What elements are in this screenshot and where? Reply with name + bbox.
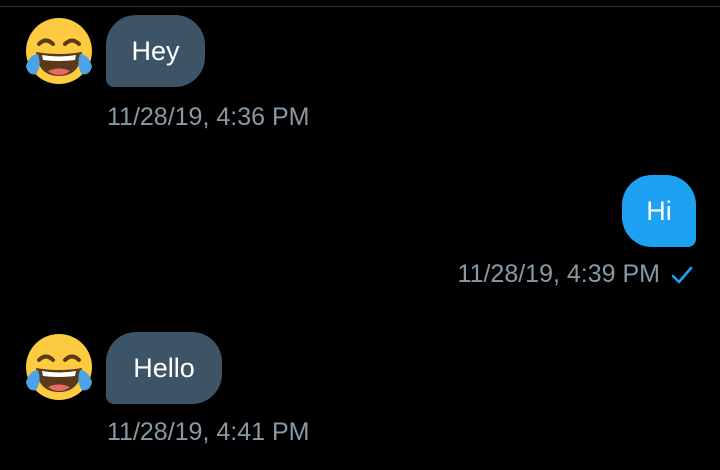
message-bubble[interactable]: Hey xyxy=(106,15,205,87)
message-timestamp: 11/28/19, 4:36 PM xyxy=(107,103,310,131)
message-timestamp: 11/28/19, 4:39 PM xyxy=(457,260,660,288)
message-bubble[interactable]: Hi xyxy=(622,175,696,247)
checkmark-sent-icon xyxy=(671,266,693,284)
face-with-tears-of-joy-emoji[interactable] xyxy=(22,330,96,404)
message-text: Hey xyxy=(131,35,180,66)
face-with-tears-of-joy-emoji[interactable] xyxy=(22,14,96,88)
message-bubble[interactable]: Hello xyxy=(106,332,222,404)
message-timestamp: 11/28/19, 4:41 PM xyxy=(107,418,310,446)
message-text: Hello xyxy=(133,352,195,383)
top-divider xyxy=(0,6,720,7)
message-text: Hi xyxy=(646,195,672,226)
